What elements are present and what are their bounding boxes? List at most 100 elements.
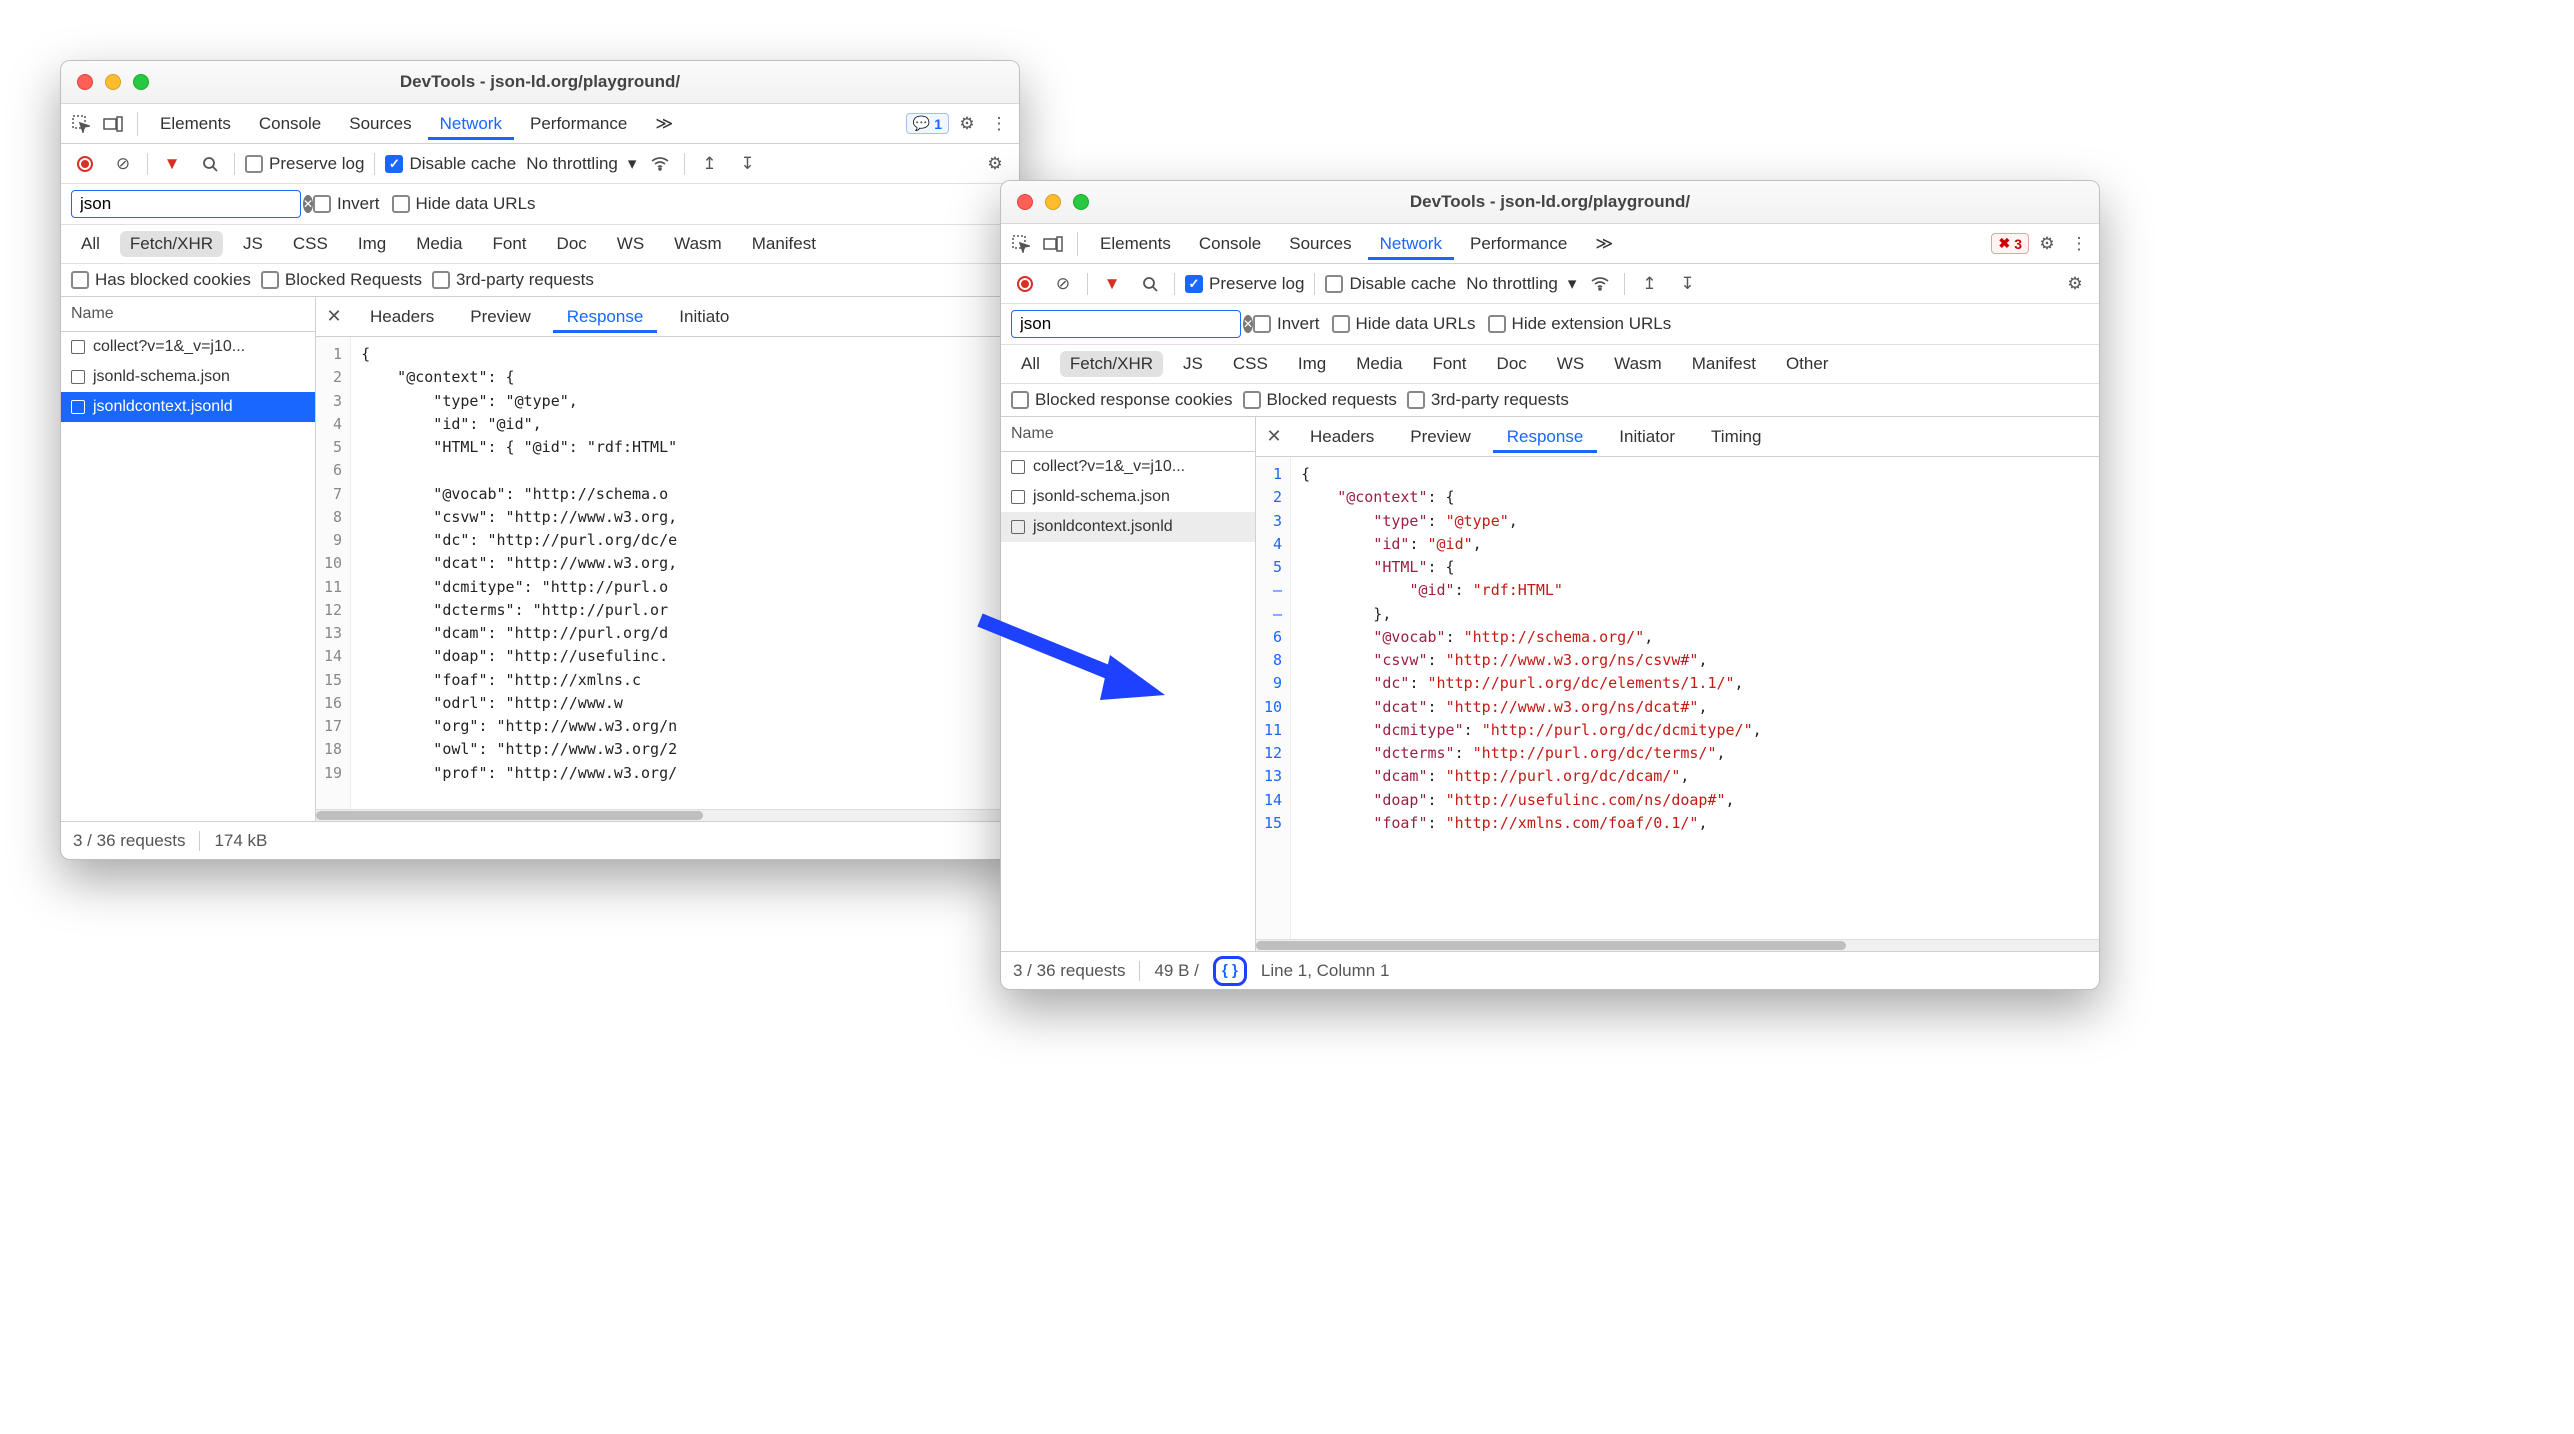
- download-icon[interactable]: ↧: [1673, 270, 1701, 298]
- filter-chip[interactable]: Media: [1346, 351, 1412, 377]
- filter-chip[interactable]: Manifest: [1682, 351, 1766, 377]
- filter-chip[interactable]: JS: [1173, 351, 1213, 377]
- scrollbar[interactable]: [1256, 939, 2099, 951]
- extra-filter-checkbox[interactable]: Has blocked cookies: [71, 270, 251, 290]
- tab-performance[interactable]: Performance: [518, 108, 639, 140]
- filter-icon[interactable]: ▼: [158, 150, 186, 178]
- filter-chip[interactable]: Doc: [547, 231, 597, 257]
- clear-icon[interactable]: ⊘: [109, 150, 137, 178]
- scrollbar[interactable]: [316, 809, 1019, 821]
- filter-chip[interactable]: All: [71, 231, 110, 257]
- tab-performance[interactable]: Performance: [1458, 228, 1579, 260]
- preserve-log-checkbox[interactable]: Preserve log: [1185, 274, 1304, 294]
- invert-checkbox[interactable]: Invert: [1253, 314, 1320, 334]
- disable-cache-checkbox[interactable]: Disable cache: [1325, 274, 1456, 294]
- filter-chip[interactable]: WS: [607, 231, 654, 257]
- filter-chip[interactable]: Fetch/XHR: [1060, 351, 1163, 377]
- maximize-icon[interactable]: [133, 74, 149, 90]
- search-icon[interactable]: [1136, 270, 1164, 298]
- filter-chip[interactable]: Other: [1776, 351, 1839, 377]
- detail-tab-headers[interactable]: Headers: [356, 301, 448, 333]
- minimize-icon[interactable]: [105, 74, 121, 90]
- detail-tab-initiato[interactable]: Initiato: [665, 301, 743, 333]
- filter-chip[interactable]: Font: [483, 231, 537, 257]
- filter-chip[interactable]: Wasm: [664, 231, 732, 257]
- request-item[interactable]: jsonld-schema.json: [1001, 482, 1255, 512]
- tab-sources[interactable]: Sources: [1277, 228, 1363, 260]
- issues-badge[interactable]: 💬 1: [906, 113, 949, 134]
- filter-chip[interactable]: CSS: [1223, 351, 1278, 377]
- upload-icon[interactable]: ↥: [1635, 270, 1663, 298]
- filter-chip[interactable]: Fetch/XHR: [120, 231, 223, 257]
- request-item[interactable]: jsonld-schema.json: [61, 362, 315, 392]
- hide-ext-urls-checkbox[interactable]: Hide extension URLs: [1488, 314, 1672, 334]
- clear-icon[interactable]: ✕: [1243, 315, 1253, 333]
- extra-filter-checkbox[interactable]: Blocked Requests: [261, 270, 422, 290]
- pretty-print-icon[interactable]: { }: [1213, 956, 1247, 986]
- detail-tab-response[interactable]: Response: [553, 301, 658, 333]
- more-tabs[interactable]: ≫: [643, 108, 685, 140]
- tab-network[interactable]: Network: [1368, 228, 1454, 260]
- more-tabs[interactable]: ≫: [1583, 228, 1625, 260]
- detail-tab-initiator[interactable]: Initiator: [1605, 421, 1689, 453]
- errors-badge[interactable]: ✖ 3: [1991, 233, 2029, 254]
- close-icon[interactable]: [1017, 194, 1033, 210]
- filter-icon[interactable]: ▼: [1098, 270, 1126, 298]
- inspect-icon[interactable]: [1007, 230, 1035, 258]
- kebab-icon[interactable]: ⋮: [985, 110, 1013, 138]
- close-panel-icon[interactable]: ✕: [1260, 426, 1288, 447]
- clear-icon[interactable]: ⊘: [1049, 270, 1077, 298]
- detail-tab-timing[interactable]: Timing: [1697, 421, 1775, 453]
- filter-chip[interactable]: Media: [406, 231, 472, 257]
- filter-chip[interactable]: Font: [1423, 351, 1477, 377]
- close-panel-icon[interactable]: ✕: [320, 306, 348, 327]
- filter-chip[interactable]: JS: [233, 231, 273, 257]
- extra-filter-checkbox[interactable]: Blocked requests: [1243, 390, 1397, 410]
- upload-icon[interactable]: ↥: [695, 150, 723, 178]
- invert-checkbox[interactable]: Invert: [313, 194, 380, 214]
- tab-elements[interactable]: Elements: [1088, 228, 1183, 260]
- chevron-down-icon[interactable]: ▾: [1568, 274, 1577, 294]
- detail-tab-preview[interactable]: Preview: [456, 301, 544, 333]
- tab-network[interactable]: Network: [428, 108, 514, 140]
- inspect-icon[interactable]: [67, 110, 95, 138]
- filter-chip[interactable]: All: [1011, 351, 1050, 377]
- gear-icon[interactable]: ⚙: [2033, 230, 2061, 258]
- tab-sources[interactable]: Sources: [337, 108, 423, 140]
- hide-data-urls-checkbox[interactable]: Hide data URLs: [392, 194, 536, 214]
- kebab-icon[interactable]: ⋮: [2065, 230, 2093, 258]
- detail-tab-headers[interactable]: Headers: [1296, 421, 1388, 453]
- request-item[interactable]: jsonldcontext.jsonld: [61, 392, 315, 422]
- chevron-down-icon[interactable]: ▾: [628, 154, 637, 174]
- extra-filter-checkbox[interactable]: 3rd-party requests: [1407, 390, 1569, 410]
- clear-icon[interactable]: ✕: [303, 195, 313, 213]
- extra-filter-checkbox[interactable]: Blocked response cookies: [1011, 390, 1233, 410]
- gear-icon[interactable]: ⚙: [2061, 270, 2089, 298]
- detail-tab-preview[interactable]: Preview: [1396, 421, 1484, 453]
- wifi-icon[interactable]: [646, 150, 674, 178]
- filter-chip[interactable]: Wasm: [1604, 351, 1672, 377]
- filter-input[interactable]: ✕: [1011, 310, 1241, 338]
- filter-chip[interactable]: WS: [1547, 351, 1594, 377]
- filter-input[interactable]: ✕: [71, 190, 301, 218]
- gear-icon[interactable]: ⚙: [981, 150, 1009, 178]
- hide-data-urls-checkbox[interactable]: Hide data URLs: [1332, 314, 1476, 334]
- tab-elements[interactable]: Elements: [148, 108, 243, 140]
- filter-chip[interactable]: CSS: [283, 231, 338, 257]
- disable-cache-checkbox[interactable]: Disable cache: [385, 154, 516, 174]
- maximize-icon[interactable]: [1073, 194, 1089, 210]
- preserve-log-checkbox[interactable]: Preserve log: [245, 154, 364, 174]
- record-icon[interactable]: [1011, 270, 1039, 298]
- search-icon[interactable]: [196, 150, 224, 178]
- device-icon[interactable]: [1039, 230, 1067, 258]
- filter-chip[interactable]: Img: [348, 231, 396, 257]
- tab-console[interactable]: Console: [1187, 228, 1273, 260]
- filter-chip[interactable]: Img: [1288, 351, 1336, 377]
- request-item[interactable]: collect?v=1&_v=j10...: [1001, 452, 1255, 482]
- wifi-icon[interactable]: [1586, 270, 1614, 298]
- tab-console[interactable]: Console: [247, 108, 333, 140]
- detail-tab-response[interactable]: Response: [1493, 421, 1598, 453]
- minimize-icon[interactable]: [1045, 194, 1061, 210]
- request-item[interactable]: jsonldcontext.jsonld: [1001, 512, 1255, 542]
- throttling-select[interactable]: No throttling: [526, 154, 618, 174]
